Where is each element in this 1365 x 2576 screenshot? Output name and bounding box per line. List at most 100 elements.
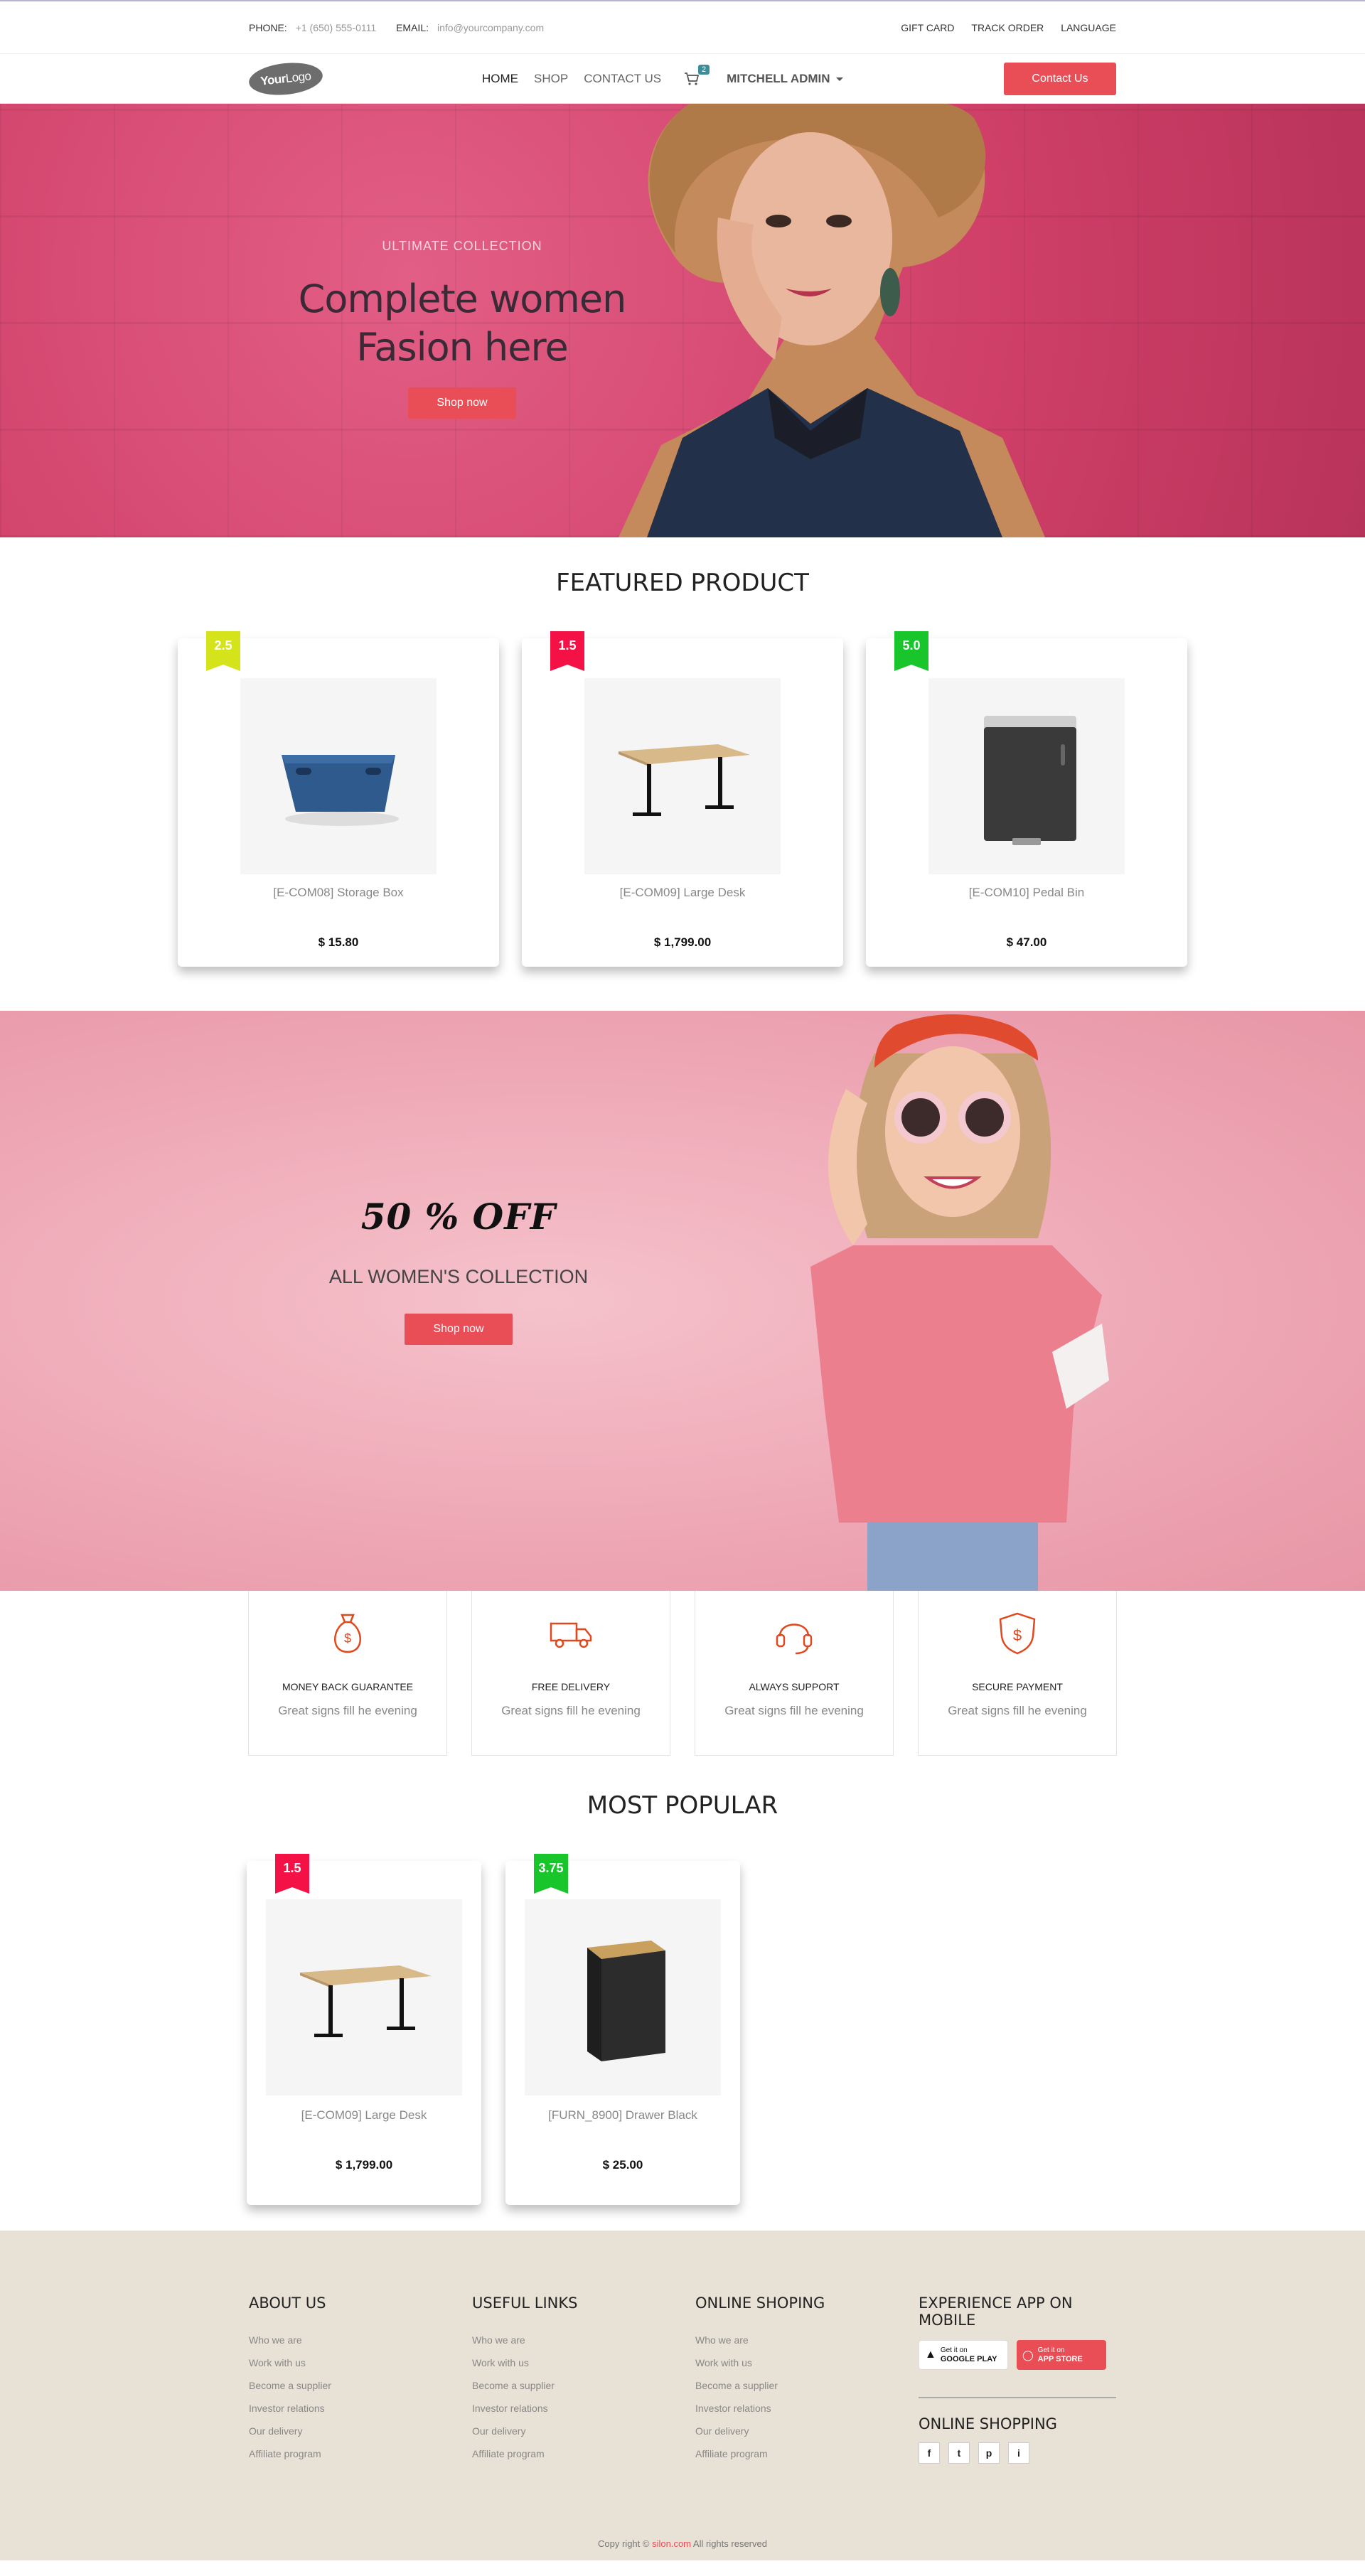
copyright-brand-link[interactable]: silon.com: [652, 2538, 691, 2549]
footer-link[interactable]: Who we are: [249, 2334, 472, 2346]
footer-link[interactable]: Investor relations: [472, 2403, 695, 2414]
footer-link[interactable]: Work with us: [695, 2357, 919, 2368]
product-card[interactable]: 3.75 [FURN_8900] Drawer Black $ 25.00: [505, 1854, 740, 2205]
cart-button[interactable]: 2: [684, 65, 710, 86]
footer-link[interactable]: Work with us: [249, 2357, 472, 2368]
footer-link[interactable]: Our delivery: [472, 2425, 695, 2437]
android-icon: ▲: [925, 2349, 936, 2361]
feature-desc: Great signs fill he evening: [724, 1704, 864, 1717]
product-image[interactable]: [240, 678, 437, 874]
promo-subtitle: ALL WOMEN'S COLLECTION: [328, 1266, 589, 1287]
footer-link[interactable]: Affiliate program: [249, 2448, 472, 2459]
email-label: EMAIL:: [396, 22, 429, 33]
product-image[interactable]: [928, 678, 1125, 874]
footer-link[interactable]: Become a supplier: [695, 2380, 919, 2391]
footer-link[interactable]: Become a supplier: [472, 2380, 695, 2391]
cart-icon: [685, 73, 700, 85]
twitter-icon[interactable]: t: [948, 2442, 970, 2464]
rating-ribbon: 2.5: [206, 631, 240, 671]
feature-title: FREE DELIVERY: [531, 1681, 611, 1692]
product-card[interactable]: 1.5 [E-COM09] Large Desk $ 1,799.00: [247, 1854, 481, 2205]
google-play-button[interactable]: ▲ Get it on GOOGLE PLAY: [919, 2340, 1008, 2370]
feature-desc: Great signs fill he evening: [948, 1704, 1087, 1717]
product-price: $ 1,799.00: [335, 2158, 393, 2172]
featured-product-section: FEATURED PRODUCT 2.5 [E-COM08] Storage B…: [0, 537, 1365, 1011]
footer-link[interactable]: Investor relations: [695, 2403, 919, 2414]
product-name[interactable]: [FURN_8900] Drawer Black: [505, 2108, 740, 2122]
product-card[interactable]: 2.5 [E-COM08] Storage Box $ 15.80: [178, 631, 499, 967]
promo-headline: 50 % OFF: [360, 1196, 557, 1238]
footer-column-title: ABOUT US: [249, 2295, 326, 2312]
footer-link[interactable]: Investor relations: [249, 2403, 472, 2414]
product-image[interactable]: [525, 1899, 721, 2095]
copyright-suffix: All rights reserved: [692, 2538, 767, 2549]
instagram-icon[interactable]: i: [1008, 2442, 1029, 2464]
hero-shop-now-button[interactable]: Shop now: [408, 387, 516, 419]
product-name[interactable]: [E-COM09] Large Desk: [522, 886, 843, 900]
footer-link[interactable]: Affiliate program: [472, 2448, 695, 2459]
pinterest-icon[interactable]: p: [978, 2442, 1000, 2464]
user-menu-dropdown[interactable]: MITCHELL ADMIN: [727, 72, 842, 86]
product-name[interactable]: [E-COM10] Pedal Bin: [866, 886, 1187, 900]
product-card[interactable]: 5.0 [E-COM10] Pedal Bin $ 47.00: [866, 631, 1187, 967]
features-strip: $ MONEY BACK GUARANTEE Great signs fill …: [0, 1591, 1365, 1756]
copyright-prefix: Copy right ©: [598, 2538, 650, 2549]
footer-social-title: ONLINE SHOPPING: [919, 2415, 1057, 2432]
shield-dollar-icon: $: [999, 1612, 1036, 1655]
popular-product-list: 1.5 [E-COM09] Large Desk $ 1,799.00 3.75: [247, 1854, 1118, 2205]
logo-light: Logo: [284, 69, 312, 85]
feature-free-delivery: FREE DELIVERY Great signs fill he evenin…: [471, 1591, 670, 1756]
footer-column-useful-links: USEFUL LINKS Who we are Work with us Bec…: [472, 2295, 695, 2471]
nav-home[interactable]: HOME: [482, 72, 518, 86]
storage-box-image: [282, 755, 399, 826]
hero-banner: ULTIMATE COLLECTION Complete women Fasio…: [0, 104, 1365, 537]
email-address[interactable]: info@yourcompany.com: [437, 22, 544, 33]
site-logo[interactable]: Your Logo: [247, 59, 325, 99]
main-navbar: Your Logo HOME SHOP CONTACT US 2 MITCHELL…: [0, 54, 1365, 104]
footer-column-title: ONLINE SHOPING: [695, 2295, 825, 2312]
popular-title: MOST POPULAR: [587, 1791, 778, 1820]
product-image[interactable]: [584, 678, 781, 874]
track-order-link[interactable]: TRACK ORDER: [971, 22, 1044, 33]
top-bar: PHONE: +1 (650) 555-0111 EMAIL: info@yourc…: [0, 0, 1365, 54]
rating-ribbon: 1.5: [275, 1854, 309, 1894]
footer-link[interactable]: Affiliate program: [695, 2448, 919, 2459]
nav-menu: HOME SHOP CONTACT US 2 MITCHELL ADMIN: [482, 65, 843, 86]
footer-app-title: EXPERIENCE APP ON MOBILE: [919, 2295, 1073, 2329]
footer-link[interactable]: Our delivery: [695, 2425, 919, 2437]
promo-banner: 50 % OFF ALL WOMEN'S COLLECTION Shop now: [0, 1011, 1365, 1591]
product-card[interactable]: 1.5 [E-COM09] Large Desk $ 1,799.00: [522, 631, 843, 967]
language-link[interactable]: LANGUAGE: [1061, 22, 1116, 33]
promo-shop-now-button[interactable]: Shop now: [405, 1314, 513, 1345]
feature-desc: Great signs fill he evening: [501, 1704, 641, 1717]
phone-number[interactable]: +1 (650) 555-0111: [296, 22, 377, 33]
product-name[interactable]: [E-COM09] Large Desk: [247, 2108, 481, 2122]
contact-us-button[interactable]: Contact Us: [1004, 63, 1116, 95]
nav-contact-us[interactable]: CONTACT US: [584, 72, 661, 86]
product-price: $ 47.00: [1006, 935, 1047, 949]
product-image[interactable]: [266, 1899, 462, 2095]
footer-divider: [919, 2397, 1116, 2398]
footer-link[interactable]: Become a supplier: [249, 2380, 472, 2391]
app-store-text: Get it on APP STORE: [1038, 2346, 1083, 2364]
logo-bold: Your: [259, 72, 287, 88]
gift-card-link[interactable]: GIFT CARD: [901, 22, 954, 33]
feature-money-back: $ MONEY BACK GUARANTEE Great signs fill …: [248, 1591, 447, 1756]
desk-image: [300, 1965, 432, 2037]
nav-shop[interactable]: SHOP: [534, 72, 568, 86]
feature-secure-payment: $ SECURE PAYMENT Great signs fill he eve…: [918, 1591, 1117, 1756]
hero-title: Complete women Fasion here: [270, 275, 654, 372]
app-store-button[interactable]: ◯ Get it on APP STORE: [1017, 2340, 1106, 2370]
feature-always-support: ALWAYS SUPPORT Great signs fill he eveni…: [695, 1591, 894, 1756]
product-price: $ 15.80: [318, 935, 359, 949]
facebook-icon[interactable]: f: [919, 2442, 940, 2464]
footer-column-about: ABOUT US Who we are Work with us Become …: [249, 2295, 472, 2471]
apple-icon: ◯: [1022, 2349, 1034, 2361]
footer-link[interactable]: Our delivery: [249, 2425, 472, 2437]
footer-link[interactable]: Who we are: [695, 2334, 919, 2346]
footer-link[interactable]: Who we are: [472, 2334, 695, 2346]
hero-title-line2: Fasion here: [356, 325, 568, 370]
product-name[interactable]: [E-COM08] Storage Box: [178, 886, 499, 900]
footer-link[interactable]: Work with us: [472, 2357, 695, 2368]
svg-text:$: $: [344, 1631, 351, 1646]
